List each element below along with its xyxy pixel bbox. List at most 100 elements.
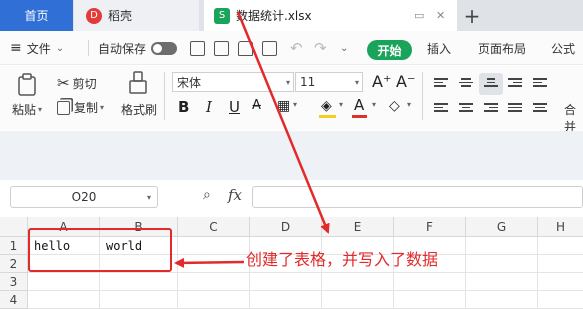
column-header-f[interactable]: F	[394, 217, 466, 237]
cell-b3[interactable]	[100, 273, 178, 291]
row-header-1[interactable]: 1	[0, 237, 28, 255]
formula-input[interactable]	[252, 186, 583, 208]
spreadsheet-icon: S	[214, 7, 230, 24]
menu-row: ≡ 文件 ⌄ 自动保存 ↶ ↷ ⌄ 插入 页面布局 公式	[0, 31, 583, 65]
chevron-down-icon: ▾	[354, 77, 359, 87]
tab-file[interactable]: S 数据统计.xlsx ▭ ✕	[204, 0, 457, 31]
cell-f4[interactable]	[394, 291, 466, 309]
cell-d3[interactable]	[250, 273, 322, 291]
eraser-icon[interactable]: ◇	[389, 98, 400, 114]
align-left-icon[interactable]	[434, 103, 448, 115]
cell-b4[interactable]	[100, 291, 178, 309]
cell-h1[interactable]	[538, 237, 583, 255]
tab-formula[interactable]: 公式	[551, 31, 575, 65]
cell-c3[interactable]	[178, 273, 250, 291]
chevron-down-icon[interactable]: ▾	[372, 100, 376, 109]
cell-c4[interactable]	[178, 291, 250, 309]
annotation-highlight-box	[28, 228, 172, 272]
cell-g2[interactable]	[466, 255, 538, 273]
align-bottom-icon[interactable]	[484, 78, 498, 90]
merge-button[interactable]: 合并	[564, 101, 583, 135]
column-header-h[interactable]: H	[538, 217, 583, 237]
distribute-icon[interactable]	[533, 103, 547, 115]
chevron-down-icon: ▾	[100, 103, 105, 112]
column-header-d[interactable]: D	[250, 217, 322, 237]
paste-label-button[interactable]: 粘贴 ▾	[12, 101, 42, 118]
align-right-icon[interactable]	[484, 103, 498, 115]
increase-font-icon[interactable]: A⁺	[372, 72, 391, 91]
tab-insert[interactable]: 插入	[427, 31, 451, 65]
strikethrough-icon[interactable]: A̶	[252, 98, 261, 113]
cell-g3[interactable]	[466, 273, 538, 291]
font-size-select[interactable]: 11 ▾	[295, 72, 363, 92]
align-center-icon[interactable]	[459, 103, 473, 115]
justify-icon[interactable]	[508, 103, 522, 115]
plus-icon: +	[463, 3, 481, 28]
close-icon[interactable]: ✕	[436, 9, 445, 22]
chevron-down-icon[interactable]: ▾	[407, 100, 411, 109]
chevron-down-icon[interactable]: ▾	[339, 100, 343, 109]
file-menu[interactable]: ≡ 文件 ⌄	[10, 31, 64, 65]
chevron-down-icon[interactable]: ⌄	[340, 31, 348, 65]
indent-increase-icon[interactable]	[533, 78, 547, 90]
cell-f3[interactable]	[394, 273, 466, 291]
tab-docer[interactable]: D 稻壳	[74, 0, 199, 31]
border-icon[interactable]: ▦	[277, 98, 290, 114]
new-tab-button[interactable]: +	[460, 0, 484, 31]
tab-start[interactable]: 开始	[367, 40, 412, 60]
cell-h3[interactable]	[538, 273, 583, 291]
chevron-down-icon[interactable]: ▾	[293, 100, 297, 109]
cell-c2[interactable]	[178, 255, 250, 273]
cell-h2[interactable]	[538, 255, 583, 273]
font-name-select[interactable]: 宋体 ▾	[172, 72, 294, 92]
format-painter-button[interactable]: 格式刷	[121, 101, 157, 118]
export-icon[interactable]	[214, 41, 229, 56]
cell-e4[interactable]	[322, 291, 394, 309]
indent-decrease-icon[interactable]	[508, 78, 522, 90]
undo-icon[interactable]: ↶	[290, 31, 303, 65]
font-color-icon[interactable]: A	[354, 96, 364, 114]
bold-button[interactable]: B	[178, 98, 189, 116]
column-header-g[interactable]: G	[466, 217, 538, 237]
print-icon[interactable]	[238, 41, 253, 56]
cell-g4[interactable]	[466, 291, 538, 309]
cell-g1[interactable]	[466, 237, 538, 255]
chevron-down-icon: ▾	[285, 77, 290, 87]
format-painter-icon-button[interactable]	[128, 71, 148, 95]
redo-icon[interactable]: ↷	[314, 31, 327, 65]
cell-a4[interactable]	[28, 291, 100, 309]
decrease-font-icon[interactable]: A⁻	[396, 72, 415, 91]
copy-button[interactable]: 复制 ▾	[57, 99, 104, 116]
tab-home[interactable]: 首页	[0, 0, 73, 31]
magnifier-icon[interactable]: ⌕	[203, 187, 211, 203]
row-header-3[interactable]: 3	[0, 273, 28, 291]
cut-button[interactable]: ✂ 剪切	[57, 74, 97, 92]
divider	[422, 72, 423, 120]
underline-button[interactable]: U	[229, 98, 240, 116]
autosave-toggle[interactable]: 自动保存	[98, 31, 178, 65]
screen-icon[interactable]: ▭	[414, 9, 424, 22]
align-top-icon[interactable]	[434, 78, 448, 90]
align-middle-icon[interactable]	[459, 78, 473, 90]
paste-button[interactable]	[16, 72, 42, 98]
column-header-e[interactable]: E	[322, 217, 394, 237]
row-header-4[interactable]: 4	[0, 291, 28, 309]
cell-h4[interactable]	[538, 291, 583, 309]
italic-button[interactable]: I	[206, 98, 212, 116]
cell-a3[interactable]	[28, 273, 100, 291]
format-painter-label: 格式刷	[121, 103, 158, 117]
row-header-2[interactable]: 2	[0, 255, 28, 273]
print-preview-icon[interactable]	[262, 41, 277, 56]
fill-color-icon[interactable]: ◈	[321, 98, 332, 114]
cell-d4[interactable]	[250, 291, 322, 309]
cell-c1[interactable]	[178, 237, 250, 255]
name-box[interactable]: O20 ▾	[10, 186, 158, 208]
fx-icon[interactable]: fx	[228, 186, 242, 204]
toggle-switch[interactable]	[151, 41, 178, 55]
cell-e3[interactable]	[322, 273, 394, 291]
save-icon[interactable]	[190, 41, 205, 56]
column-header-c[interactable]: C	[178, 217, 250, 237]
select-all-corner[interactable]	[0, 217, 28, 237]
tab-page-layout[interactable]: 页面布局	[478, 31, 526, 65]
chevron-down-icon: ▾	[38, 105, 43, 114]
